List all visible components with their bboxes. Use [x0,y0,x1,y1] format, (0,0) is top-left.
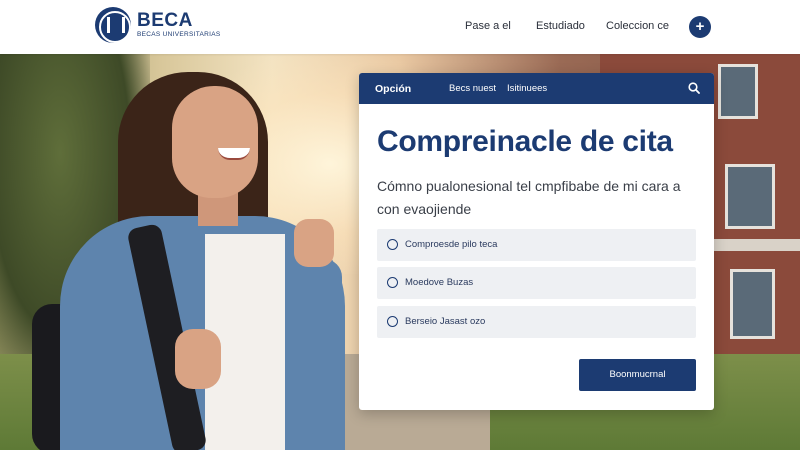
student-face [172,86,258,198]
hand-on-strap [175,329,221,389]
radio-circle-icon[interactable] [387,277,398,288]
add-button[interactable]: + [689,16,711,38]
submit-button[interactable]: Boonmucrnal [579,359,696,391]
nav-link-3[interactable]: Coleccion ce [606,20,669,32]
option-label: Moedove Buzas [405,277,474,288]
top-header: BECA BECAS UNIVERSITARIAS Pase a el Estu… [0,0,800,54]
logo-text: BECA BECAS UNIVERSITARIAS [137,11,221,39]
raised-arm [300,259,342,434]
option-item-3[interactable]: Berseio Jasast ozo [377,306,696,338]
option-label: Comproesde pilo teca [405,239,498,250]
appointment-card: Opción Becs nuest Isitinuees Compreinacl… [359,73,714,410]
logo-name: BECA [137,10,193,32]
plus-icon: + [695,18,705,35]
option-item-2[interactable]: Moedove Buzas [377,267,696,299]
building-window [730,269,775,339]
card-description: Cómno pualonesional tel cmpfibabe de mi … [377,178,681,217]
radio-circle-icon[interactable] [387,239,398,250]
option-label: Berseio Jasast ozo [405,316,486,327]
nav-link-2[interactable]: Estudiado [536,20,585,32]
card-toolbar: Opción Becs nuest Isitinuees [359,73,714,104]
logo-subtitle: BECAS UNIVERSITARIAS [137,31,221,39]
raised-fist [294,219,334,267]
nav-link-1[interactable]: Pase a el [465,20,511,32]
card-title: Compreinacle de cita [377,125,673,158]
site-logo[interactable]: BECA BECAS UNIVERSITARIAS [95,7,221,43]
building-window [725,164,775,229]
building-window [718,64,758,119]
search-icon[interactable] [688,82,700,94]
toolbar-tab-1[interactable]: Opción [375,83,411,95]
toolbar-tab-2[interactable]: Becs nuest [449,83,496,94]
option-item-1[interactable]: Comproesde pilo teca [377,229,696,261]
toolbar-tab-3[interactable]: Isitinuees [507,83,547,94]
radio-circle-icon[interactable] [387,316,398,327]
logo-emblem-icon [95,7,131,43]
